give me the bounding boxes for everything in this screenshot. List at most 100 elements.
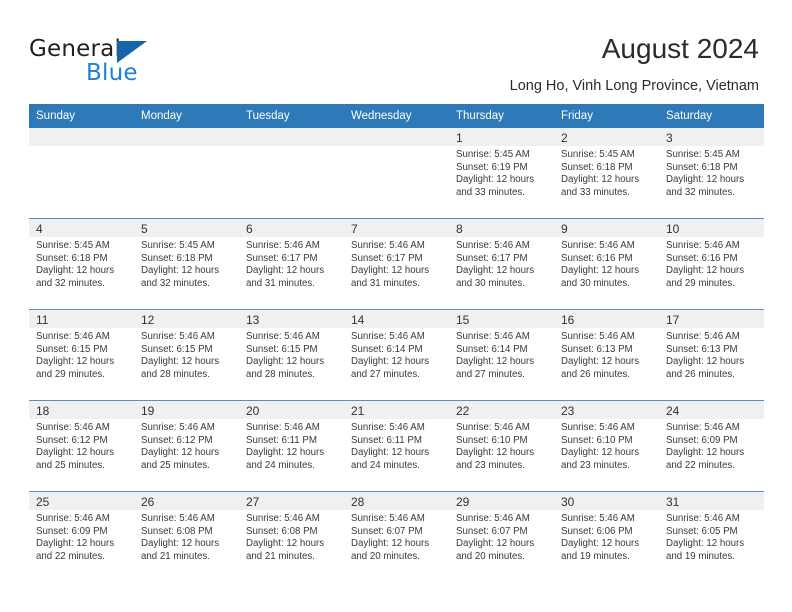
calendar-day-cell[interactable]: 2 Sunrise: 5:45 AM Sunset: 6:18 PM Daylight… — [554, 128, 659, 219]
calendar-day-cell[interactable]: 10 Sunrise: 5:46 AM Sunset: 6:16 PM Dayligh… — [659, 218, 764, 310]
calendar-day-cell[interactable]: 31 Sunrise: 5:46 AM Sunset: 6:05 PM Dayligh… — [659, 491, 764, 582]
day-details: Sunrise: 5:46 AM Sunset: 6:08 PM Daylight:… — [239, 510, 344, 563]
day-detail-daylight1: Daylight: 12 hours — [666, 447, 745, 459]
calendar-day-cell-empty — [29, 128, 134, 219]
day-number-band: 7 — [344, 219, 449, 237]
day-detail-sunrise: Sunrise: 5:46 AM — [36, 331, 110, 342]
calendar-day-cell[interactable]: 22 Sunrise: 5:46 AM Sunset: 6:10 PM Dayligh… — [449, 400, 554, 492]
day-number-band: 1 — [449, 128, 554, 146]
calendar-day-cell[interactable]: 21 Sunrise: 5:46 AM Sunset: 6:11 PM Dayligh… — [344, 400, 449, 492]
calendar-day-cell[interactable]: 25 Sunrise: 5:46 AM Sunset: 6:09 PM Dayligh… — [29, 491, 134, 582]
day-detail-daylight2: and 31 minutes. — [246, 277, 315, 289]
general-blue-logo[interactable]: General Blue — [29, 36, 219, 92]
day-number-band: 31 — [659, 492, 764, 510]
day-detail-daylight2: and 23 minutes. — [561, 459, 630, 471]
day-details: Sunrise: 5:46 AM Sunset: 6:15 PM Daylight:… — [134, 328, 239, 381]
day-detail-sunrise: Sunrise: 5:46 AM — [456, 240, 530, 251]
page-title: August 2024 — [601, 33, 759, 64]
calendar-day-cell[interactable]: 20 Sunrise: 5:46 AM Sunset: 6:11 PM Dayligh… — [239, 400, 344, 492]
calendar-day-cell[interactable]: 30 Sunrise: 5:46 AM Sunset: 6:06 PM Dayligh… — [554, 491, 659, 582]
day-number: 3 — [666, 131, 673, 145]
day-details: Sunrise: 5:46 AM Sunset: 6:14 PM Daylight:… — [344, 328, 449, 381]
day-detail-daylight1: Daylight: 12 hours — [666, 174, 745, 186]
day-details: Sunrise: 5:46 AM Sunset: 6:13 PM Daylight:… — [554, 328, 659, 381]
calendar-day-cell[interactable]: 8 Sunrise: 5:46 AM Sunset: 6:17 PM Daylight… — [449, 218, 554, 310]
day-detail-sunrise: Sunrise: 5:46 AM — [351, 513, 425, 524]
day-details: Sunrise: 5:45 AM Sunset: 6:18 PM Daylight:… — [134, 237, 239, 290]
day-number: 19 — [141, 404, 155, 418]
calendar-day-cell[interactable]: 4 Sunrise: 5:45 AM Sunset: 6:18 PM Daylight… — [29, 218, 134, 310]
calendar-day-cell[interactable]: 17 Sunrise: 5:46 AM Sunset: 6:13 PM Dayligh… — [659, 309, 764, 401]
day-number-band: 25 — [29, 492, 134, 510]
calendar-header-row: Sunday Monday Tuesday Wednesday Thursday… — [29, 104, 764, 128]
calendar-week-row: 4 Sunrise: 5:45 AM Sunset: 6:18 PM Daylight… — [29, 218, 764, 310]
calendar-day-cell[interactable]: 3 Sunrise: 5:45 AM Sunset: 6:18 PM Daylight… — [659, 128, 764, 219]
calendar-day-cell[interactable]: 7 Sunrise: 5:46 AM Sunset: 6:17 PM Daylight… — [344, 218, 449, 310]
day-number: 27 — [246, 495, 260, 509]
calendar-day-cell[interactable]: 28 Sunrise: 5:46 AM Sunset: 6:07 PM Dayligh… — [344, 491, 449, 582]
calendar-day-cell[interactable]: 14 Sunrise: 5:46 AM Sunset: 6:14 PM Dayligh… — [344, 309, 449, 401]
calendar-day-cell-empty — [134, 128, 239, 219]
day-detail-daylight2: and 28 minutes. — [246, 368, 315, 380]
calendar-day-cell[interactable]: 11 Sunrise: 5:46 AM Sunset: 6:15 PM Dayligh… — [29, 309, 134, 401]
day-number: 24 — [666, 404, 680, 418]
day-detail-sunrise: Sunrise: 5:46 AM — [141, 422, 215, 433]
day-number-band: 10 — [659, 219, 764, 237]
day-detail-sunrise: Sunrise: 5:46 AM — [666, 240, 740, 251]
calendar-day-cell[interactable]: 15 Sunrise: 5:46 AM Sunset: 6:14 PM Dayligh… — [449, 309, 554, 401]
day-detail-daylight1: Daylight: 12 hours — [246, 538, 325, 550]
calendar-day-cell[interactable]: 16 Sunrise: 5:46 AM Sunset: 6:13 PM Dayligh… — [554, 309, 659, 401]
day-details: Sunrise: 5:46 AM Sunset: 6:17 PM Daylight:… — [344, 237, 449, 290]
calendar-week-row: 1 Sunrise: 5:45 AM Sunset: 6:19 PM Daylight… — [29, 128, 764, 219]
calendar-day-cell[interactable]: 26 Sunrise: 5:46 AM Sunset: 6:08 PM Dayligh… — [134, 491, 239, 582]
day-number: 17 — [666, 313, 680, 327]
day-detail-sunset: Sunset: 6:07 PM — [351, 525, 423, 537]
day-detail-sunset: Sunset: 6:09 PM — [666, 434, 738, 446]
calendar-day-cell[interactable]: 27 Sunrise: 5:46 AM Sunset: 6:08 PM Dayligh… — [239, 491, 344, 582]
calendar-day-cell[interactable]: 19 Sunrise: 5:46 AM Sunset: 6:12 PM Dayligh… — [134, 400, 239, 492]
day-details: Sunrise: 5:46 AM Sunset: 6:17 PM Daylight:… — [239, 237, 344, 290]
day-number-band: 5 — [134, 219, 239, 237]
day-detail-daylight1: Daylight: 12 hours — [141, 538, 220, 550]
day-detail-sunset: Sunset: 6:13 PM — [561, 343, 633, 355]
weekday-header-saturday: Saturday — [659, 104, 764, 128]
calendar-day-cell[interactable]: 18 Sunrise: 5:46 AM Sunset: 6:12 PM Dayligh… — [29, 400, 134, 492]
calendar-day-cell[interactable]: 24 Sunrise: 5:46 AM Sunset: 6:09 PM Dayligh… — [659, 400, 764, 492]
calendar-day-cell[interactable]: 9 Sunrise: 5:46 AM Sunset: 6:16 PM Daylight… — [554, 218, 659, 310]
day-detail-sunrise: Sunrise: 5:46 AM — [561, 331, 635, 342]
calendar-day-cell[interactable]: 5 Sunrise: 5:45 AM Sunset: 6:18 PM Daylight… — [134, 218, 239, 310]
day-number: 8 — [456, 222, 463, 236]
day-detail-daylight1: Daylight: 12 hours — [36, 356, 115, 368]
day-number-band: 18 — [29, 401, 134, 419]
day-number-band: 17 — [659, 310, 764, 328]
day-number-band: 6 — [239, 219, 344, 237]
day-number: 20 — [246, 404, 260, 418]
weekday-header-tuesday: Tuesday — [239, 104, 344, 128]
day-detail-sunrise: Sunrise: 5:46 AM — [36, 422, 110, 433]
day-detail-daylight2: and 21 minutes. — [141, 550, 210, 562]
calendar-day-cell[interactable]: 29 Sunrise: 5:46 AM Sunset: 6:07 PM Dayligh… — [449, 491, 554, 582]
calendar-day-cell[interactable]: 6 Sunrise: 5:46 AM Sunset: 6:17 PM Daylight… — [239, 218, 344, 310]
day-detail-daylight2: and 22 minutes. — [36, 550, 105, 562]
calendar-day-cell[interactable]: 12 Sunrise: 5:46 AM Sunset: 6:15 PM Dayligh… — [134, 309, 239, 401]
day-details: Sunrise: 5:46 AM Sunset: 6:14 PM Daylight:… — [449, 328, 554, 381]
weekday-header-monday: Monday — [134, 104, 239, 128]
day-details: Sunrise: 5:46 AM Sunset: 6:16 PM Daylight:… — [659, 237, 764, 290]
day-number-band: 11 — [29, 310, 134, 328]
day-detail-sunrise: Sunrise: 5:45 AM — [141, 240, 215, 251]
day-detail-sunset: Sunset: 6:15 PM — [141, 343, 213, 355]
calendar-day-cell[interactable]: 23 Sunrise: 5:46 AM Sunset: 6:10 PM Dayligh… — [554, 400, 659, 492]
calendar-day-cell[interactable]: 13 Sunrise: 5:46 AM Sunset: 6:15 PM Dayligh… — [239, 309, 344, 401]
day-number-band — [29, 128, 134, 146]
day-detail-daylight1: Daylight: 12 hours — [561, 174, 640, 186]
day-detail-sunrise: Sunrise: 5:46 AM — [561, 513, 635, 524]
day-detail-sunrise: Sunrise: 5:46 AM — [666, 513, 740, 524]
day-number-band — [344, 128, 449, 146]
day-detail-daylight2: and 33 minutes. — [456, 186, 525, 198]
calendar-day-cell[interactable]: 1 Sunrise: 5:45 AM Sunset: 6:19 PM Daylight… — [449, 128, 554, 219]
day-number: 6 — [246, 222, 253, 236]
day-detail-sunrise: Sunrise: 5:46 AM — [456, 422, 530, 433]
day-number-band — [239, 128, 344, 146]
month-calendar-table: Sunday Monday Tuesday Wednesday Thursday… — [29, 104, 764, 582]
day-detail-sunrise: Sunrise: 5:46 AM — [456, 513, 530, 524]
